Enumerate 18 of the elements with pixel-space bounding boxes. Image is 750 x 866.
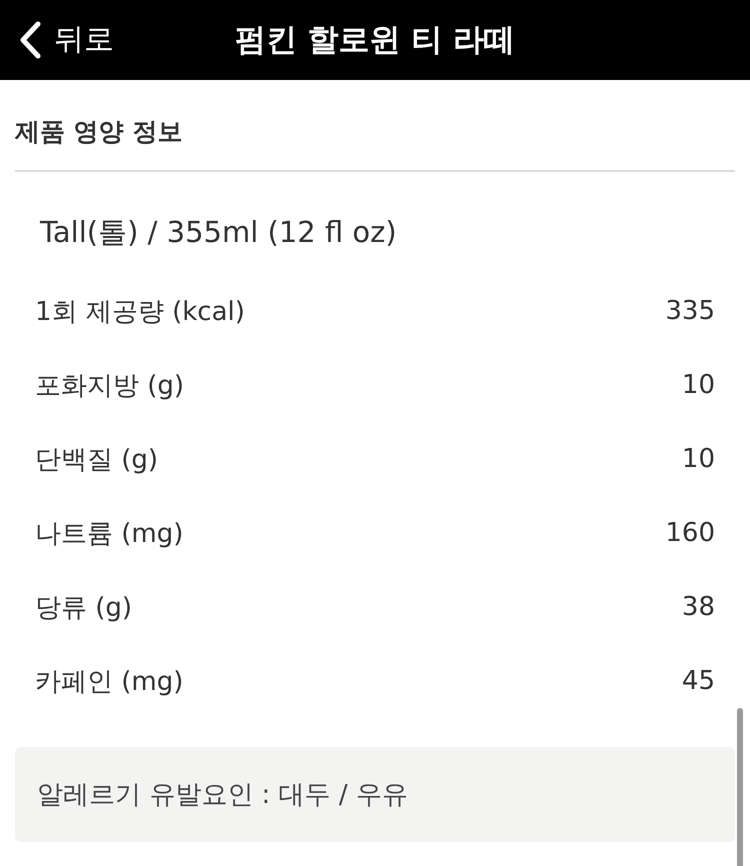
nutrient-label: 1회 제공량 (kcal)	[35, 296, 245, 328]
nutrient-value: 10	[682, 444, 715, 474]
allergy-notice: 알레르기 유발요인 : 대두 / 우유	[15, 747, 735, 842]
nutrient-label: 단백질 (g)	[35, 444, 158, 476]
nutrient-value: 10	[682, 370, 715, 400]
chevron-left-icon	[18, 20, 42, 60]
nutrient-label: 포화지방 (g)	[35, 370, 184, 402]
nutrient-label: 카페인 (mg)	[35, 666, 184, 698]
serving-size-text: Tall(톨) / 355ml (12 fl oz)	[38, 214, 398, 251]
nutrient-label: 당류 (g)	[35, 592, 132, 624]
section-title: 제품 영양 정보	[15, 80, 735, 172]
nutrient-value: 45	[682, 666, 715, 696]
nutrient-value: 335	[665, 296, 715, 326]
scrollbar-thumb[interactable]	[737, 708, 743, 866]
nutrient-value: 160	[665, 518, 715, 548]
nutrient-label: 나트륨 (mg)	[35, 518, 184, 550]
page-title: 펌킨 할로윈 티 라떼	[234, 21, 516, 60]
nutrient-value: 38	[682, 592, 715, 622]
